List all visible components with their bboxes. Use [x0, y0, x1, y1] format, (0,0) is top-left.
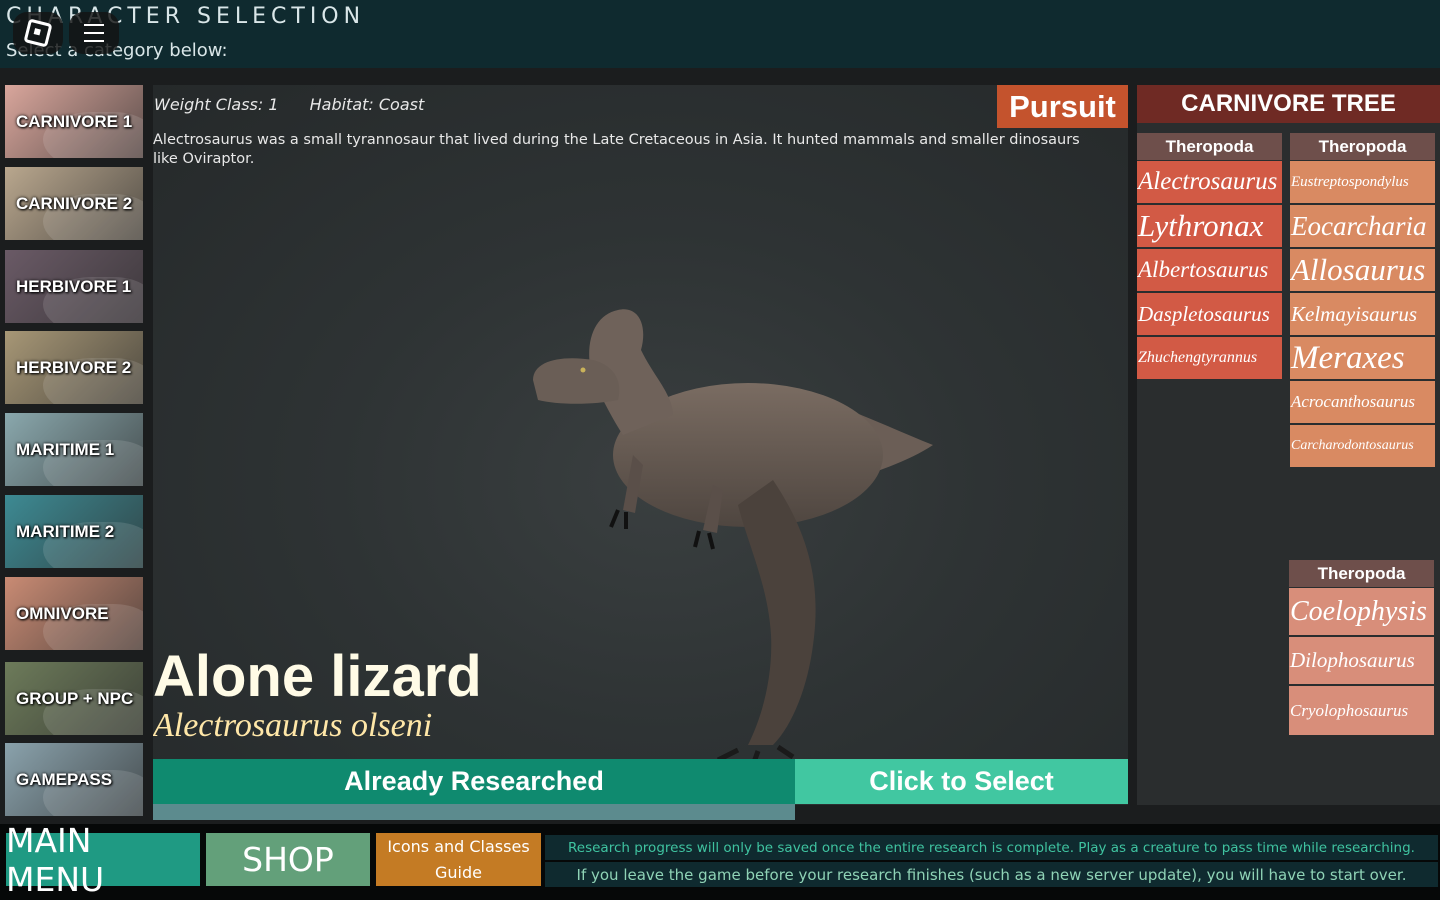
dinosaur-model[interactable] — [523, 305, 943, 765]
habitat: Habitat: Coast — [309, 95, 425, 114]
category-label: OMNIVORE — [16, 603, 109, 623]
tree-title: CARNIVORE TREE — [1137, 85, 1440, 123]
category-carnivore-2[interactable]: CARNIVORE 2 — [5, 167, 143, 240]
species-lythronax[interactable]: Lythronax — [1137, 205, 1282, 247]
category-omnivore[interactable]: OMNIVORE — [5, 577, 143, 650]
research-notice-2: If you leave the game before your resear… — [545, 862, 1438, 887]
creature-common-name: Alone lizard — [153, 644, 482, 709]
species-coelophysis[interactable]: Coelophysis — [1289, 588, 1434, 635]
playstyle-badge: Pursuit — [997, 85, 1128, 128]
species-zhuchengtyrannus[interactable]: Zhuchengtyrannus — [1137, 337, 1282, 379]
guide-label-line1: Icons and Classes — [387, 836, 530, 856]
roblox-logo-button[interactable] — [13, 12, 63, 54]
species-daspletosaurus[interactable]: Daspletosaurus — [1137, 293, 1282, 335]
category-herbivore-1[interactable]: HERBIVORE 1 — [5, 250, 143, 323]
shop-button[interactable]: SHOP — [206, 833, 370, 886]
roblox-icon — [23, 18, 53, 48]
theropoda-header-1: Theropoda — [1137, 133, 1282, 160]
menu-button[interactable] — [69, 12, 119, 54]
icons-classes-guide-button[interactable]: Icons and Classes Guide — [376, 833, 541, 886]
creature-scientific-name: Alectrosaurus olseni — [153, 707, 433, 744]
species-cryolophosaurus[interactable]: Cryolophosaurus — [1289, 686, 1434, 735]
carnivore-tree-panel: CARNIVORE TREE Theropoda Alectrosaurus L… — [1137, 85, 1440, 805]
theropoda-header-3: Theropoda — [1289, 560, 1434, 587]
category-group-npc[interactable]: GROUP + NPC — [5, 662, 143, 735]
species-eocarcharia[interactable]: Eocarcharia — [1290, 205, 1435, 247]
species-allosaurus[interactable]: Allosaurus — [1290, 249, 1435, 291]
species-eustreptospondylus[interactable]: Eustreptospondylus — [1290, 161, 1435, 203]
category-maritime-1[interactable]: MARITIME 1 — [5, 413, 143, 486]
species-albertosaurus[interactable]: Albertosaurus — [1137, 249, 1282, 291]
category-label: CARNIVORE 2 — [16, 193, 133, 213]
category-label: GAMEPASS — [16, 769, 113, 789]
weight-class: Weight Class: 1 — [154, 95, 279, 114]
creature-stats: Weight Class: 1 Habitat: Coast — [154, 95, 450, 114]
creature-description: Alectrosaurus was a small tyrannosaur th… — [153, 132, 1080, 167]
species-acrocanthosaurus[interactable]: Acrocanthosaurus — [1290, 381, 1435, 423]
research-notice-1: Research progress will only be saved onc… — [545, 835, 1438, 860]
species-dilophosaurus[interactable]: Dilophosaurus — [1289, 637, 1434, 684]
click-to-select-button[interactable]: Click to Select — [795, 759, 1128, 804]
main-menu-button[interactable]: MAIN MENU — [6, 821, 200, 899]
category-label: MARITIME 1 — [16, 439, 115, 459]
theropoda-header-2: Theropoda — [1290, 133, 1435, 160]
category-label: MARITIME 2 — [16, 521, 115, 541]
creature-preview-panel: Weight Class: 1 Habitat: Coast Alectrosa… — [153, 85, 1128, 805]
category-carnivore-1[interactable]: CARNIVORE 1 — [5, 85, 143, 158]
category-herbivore-2[interactable]: HERBIVORE 2 — [5, 331, 143, 404]
species-carcharodontosaurus[interactable]: Carcharodontosaurus — [1290, 425, 1435, 467]
category-label: HERBIVORE 2 — [16, 357, 132, 377]
category-label: CARNIVORE 1 — [16, 111, 133, 131]
category-label: GROUP + NPC — [16, 688, 134, 708]
research-progress-bar — [153, 804, 795, 820]
already-researched-button[interactable]: Already Researched — [153, 759, 795, 804]
category-maritime-2[interactable]: MARITIME 2 — [5, 495, 143, 568]
species-kelmayisaurus[interactable]: Kelmayisaurus — [1290, 293, 1435, 335]
species-meraxes[interactable]: Meraxes — [1290, 337, 1435, 379]
top-header: CHARACTER SELECTION Select a category be… — [0, 0, 1440, 68]
species-alectrosaurus[interactable]: Alectrosaurus — [1137, 161, 1282, 203]
category-label: HERBIVORE 1 — [16, 276, 132, 296]
category-gamepass[interactable]: GAMEPASS — [5, 743, 143, 816]
guide-label-line2: Guide — [435, 862, 482, 882]
hamburger-icon — [84, 24, 104, 42]
